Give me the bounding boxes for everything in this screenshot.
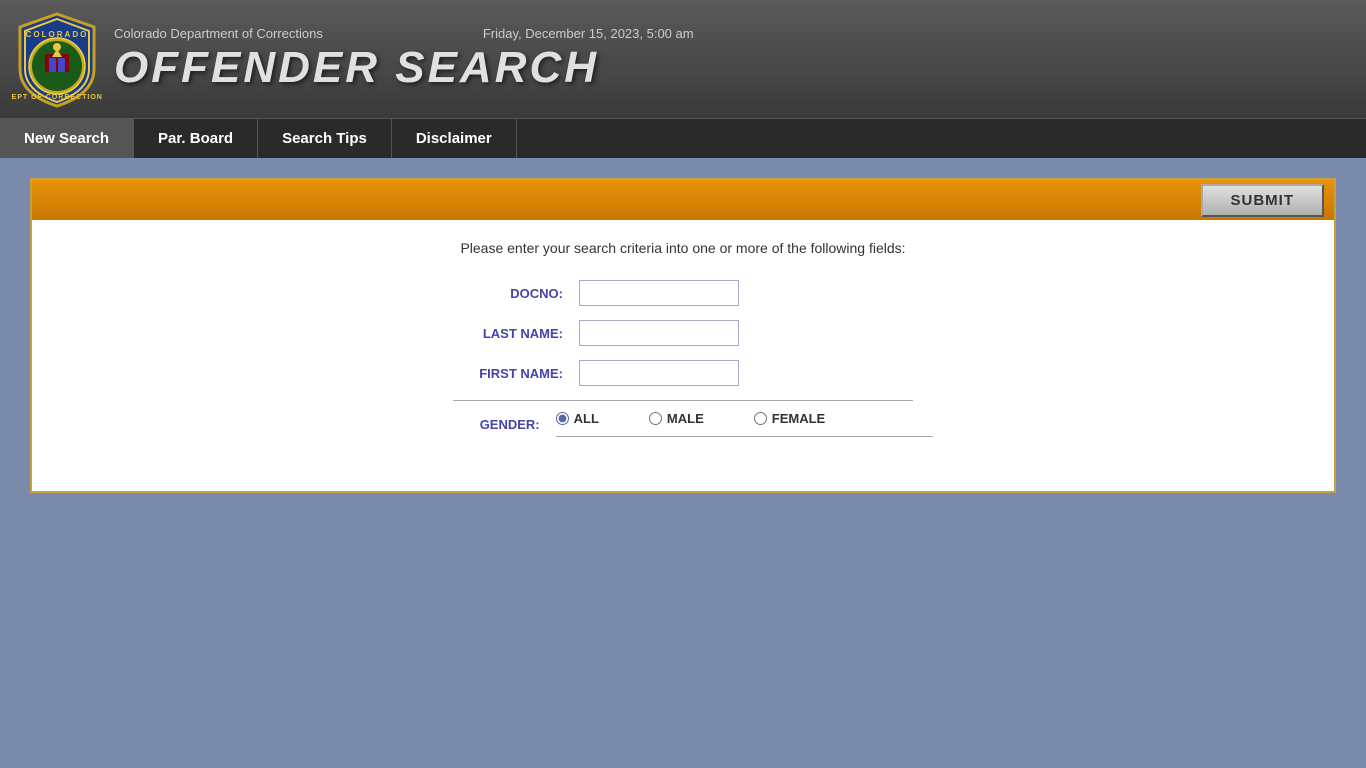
gender-female-radio[interactable] bbox=[754, 412, 767, 425]
last-name-row: LAST NAME: bbox=[433, 320, 933, 346]
docno-row: DOCNO: bbox=[433, 280, 933, 306]
navbar: New Search Par. Board Search Tips Discla… bbox=[0, 118, 1366, 158]
nav-par-board[interactable]: Par. Board bbox=[134, 119, 258, 158]
header-text-area: Colorado Department of Corrections Frida… bbox=[114, 26, 1366, 93]
docno-label: DOCNO: bbox=[433, 286, 563, 301]
form-body: Please enter your search criteria into o… bbox=[32, 220, 1334, 491]
nav-new-search[interactable]: New Search bbox=[0, 119, 134, 158]
first-name-label: FIRST NAME: bbox=[433, 366, 563, 381]
gender-all-option[interactable]: ALL bbox=[556, 411, 599, 426]
datetime-label: Friday, December 15, 2023, 5:00 am bbox=[483, 26, 694, 41]
docno-input[interactable] bbox=[579, 280, 739, 306]
logo-area: COLORADO DEPT OF CORRECTIONS bbox=[0, 1, 114, 117]
form-description: Please enter your search criteria into o… bbox=[72, 240, 1294, 256]
colorado-seal-icon: COLORADO DEPT OF CORRECTIONS bbox=[12, 9, 102, 109]
nav-disclaimer[interactable]: Disclaimer bbox=[392, 119, 517, 158]
gender-all-radio[interactable] bbox=[556, 412, 569, 425]
search-form: DOCNO: LAST NAME: FIRST NAME: GENDER: bbox=[72, 280, 1294, 451]
form-header: SUBMIT bbox=[32, 180, 1334, 220]
submit-button[interactable]: SUBMIT bbox=[1201, 184, 1325, 217]
dept-name-label: Colorado Department of Corrections bbox=[114, 26, 323, 41]
gender-male-option[interactable]: MALE bbox=[649, 411, 704, 426]
gender-options: ALL MALE FEMALE bbox=[556, 411, 933, 437]
field-divider bbox=[453, 400, 913, 401]
main-content: SUBMIT Please enter your search criteria… bbox=[30, 178, 1336, 493]
last-name-input[interactable] bbox=[579, 320, 739, 346]
gender-male-radio[interactable] bbox=[649, 412, 662, 425]
gender-label: GENDER: bbox=[433, 417, 540, 432]
svg-text:DEPT OF CORRECTIONS: DEPT OF CORRECTIONS bbox=[12, 94, 102, 101]
last-name-label: LAST NAME: bbox=[433, 326, 563, 341]
first-name-row: FIRST NAME: bbox=[433, 360, 933, 386]
app-title: OFFENDER SEARCH bbox=[114, 43, 1366, 93]
gender-female-option[interactable]: FEMALE bbox=[754, 411, 825, 426]
first-name-input[interactable] bbox=[579, 360, 739, 386]
nav-search-tips[interactable]: Search Tips bbox=[258, 119, 392, 158]
gender-row: GENDER: ALL MALE FEMALE bbox=[433, 411, 933, 437]
header: COLORADO DEPT OF CORRECTIONS Colorado De… bbox=[0, 0, 1366, 118]
